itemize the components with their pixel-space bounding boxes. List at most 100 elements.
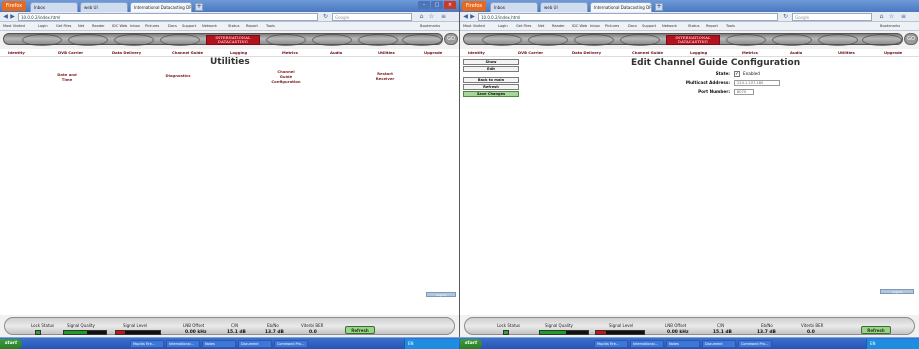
- firefox-menu-button[interactable]: Firefox: [462, 1, 486, 11]
- bookmark-item[interactable]: Login: [38, 23, 48, 30]
- go-button[interactable]: GO: [444, 33, 458, 45]
- firefox-menu-button[interactable]: Firefox: [2, 1, 26, 11]
- url-bar[interactable]: 10.0.0.2/index.html: [478, 13, 778, 21]
- bookmark-item[interactable]: Get Files: [56, 23, 71, 30]
- menu-utilities[interactable]: Utilities: [378, 50, 395, 55]
- bookmark-item[interactable]: Reader: [92, 23, 105, 30]
- start-button[interactable]: start: [460, 339, 482, 349]
- menu-audio[interactable]: Audio: [330, 50, 342, 55]
- refresh-button[interactable]: Refresh: [345, 326, 375, 334]
- bookmark-item[interactable]: Bookmarks: [420, 23, 440, 30]
- menu-data-delivery[interactable]: Data Delivery: [572, 50, 601, 55]
- taskbar-item[interactable]: Document: [238, 340, 272, 348]
- bookmark-item[interactable]: Bookmarks: [880, 23, 900, 30]
- taskbar-item[interactable]: Notes: [666, 340, 700, 348]
- taskbar-item[interactable]: Mozilla Fire...: [130, 340, 164, 348]
- browser-tab[interactable]: web UI: [80, 2, 128, 12]
- go-button[interactable]: GO: [904, 33, 918, 45]
- taskbar-item[interactable]: International...: [166, 340, 200, 348]
- menu-metrics[interactable]: Metrics: [742, 50, 758, 55]
- home-icon[interactable]: ⌂: [878, 13, 885, 20]
- taskbar-item[interactable]: Document: [702, 340, 736, 348]
- taskbar-item[interactable]: International...: [630, 340, 664, 348]
- bookmark-item[interactable]: Pictures: [145, 23, 159, 30]
- menu-dvb-carrier[interactable]: DVB Carrier: [518, 50, 543, 55]
- bookmark-item[interactable]: Reader: [552, 23, 565, 30]
- browser-tab-active[interactable]: International Datacasting DRS: [590, 2, 652, 12]
- back-to-main-button[interactable]: Back to main: [463, 77, 519, 83]
- bookmark-item[interactable]: Get Files: [516, 23, 531, 30]
- menu-data-delivery[interactable]: Data Delivery: [112, 50, 141, 55]
- link-channel-guide-configuration[interactable]: Channel Guide Configuration: [262, 69, 310, 84]
- link-date-and-time[interactable]: Date and Time: [52, 72, 82, 82]
- menu-upgrade[interactable]: Upgrade: [424, 50, 442, 55]
- search-box[interactable]: Google: [332, 13, 412, 21]
- port-number-input[interactable]: 8070: [734, 89, 754, 95]
- bookmark-item[interactable]: Report: [706, 23, 718, 30]
- save-changes-button[interactable]: Save Changes: [463, 91, 519, 97]
- maximize-icon[interactable]: □: [431, 1, 443, 9]
- browser-tab-active[interactable]: International Datacasting DRS: [130, 2, 192, 12]
- home-icon[interactable]: ⌂: [418, 13, 425, 20]
- browser-tab[interactable]: Inbox: [490, 2, 538, 12]
- url-bar[interactable]: 10.0.0.2/index.html: [18, 13, 318, 21]
- refresh-page-button[interactable]: Refresh: [463, 84, 519, 90]
- menu-identity[interactable]: Identity: [468, 50, 485, 55]
- bookmark-item[interactable]: Network: [662, 23, 677, 30]
- menu-channel-guide[interactable]: Channel Guide: [172, 50, 203, 55]
- logout-button[interactable]: Logout: [426, 292, 456, 297]
- browser-tab[interactable]: Inbox: [30, 2, 78, 12]
- menu-logging[interactable]: Logging: [230, 50, 247, 55]
- menu-dvb-carrier[interactable]: DVB Carrier: [58, 50, 83, 55]
- bookmark-item[interactable]: Status: [228, 23, 239, 30]
- link-diagnostics[interactable]: Diagnostics: [158, 73, 198, 78]
- bookmark-item[interactable]: Login: [498, 23, 508, 30]
- back-icon[interactable]: ◀: [462, 13, 469, 20]
- menu-identity[interactable]: Identity: [8, 50, 25, 55]
- multicast-address-input[interactable]: 224.1.107.180: [734, 80, 780, 86]
- browser-tab[interactable]: web UI: [540, 2, 588, 12]
- menu-logging[interactable]: Logging: [690, 50, 707, 55]
- reload-icon[interactable]: ↻: [322, 13, 329, 20]
- bookmark-item[interactable]: IDC Web: [572, 23, 587, 30]
- bookmark-item[interactable]: Net: [78, 23, 84, 30]
- bookmark-star-icon[interactable]: ☆: [428, 13, 435, 20]
- bookmark-item[interactable]: Report: [246, 23, 258, 30]
- link-restart-receiver[interactable]: Restart Receiver: [368, 71, 402, 81]
- menu-metrics[interactable]: Metrics: [282, 50, 298, 55]
- reload-icon[interactable]: ↻: [782, 13, 789, 20]
- forward-icon[interactable]: ▶: [469, 13, 476, 20]
- minimize-icon[interactable]: –: [418, 1, 430, 9]
- bookmark-item[interactable]: Network: [202, 23, 217, 30]
- bookmark-item[interactable]: Support: [182, 23, 196, 30]
- menu-upgrade[interactable]: Upgrade: [884, 50, 902, 55]
- state-checkbox[interactable]: ✓: [734, 71, 740, 77]
- bookmark-item[interactable]: Status: [688, 23, 699, 30]
- bookmark-item[interactable]: Docs: [628, 23, 637, 30]
- taskbar-item[interactable]: Command Pro...: [274, 340, 308, 348]
- bookmark-item[interactable]: IDC Web: [112, 23, 127, 30]
- bookmark-star-icon[interactable]: ☆: [888, 13, 895, 20]
- new-tab-icon[interactable]: +: [195, 3, 203, 11]
- bookmark-item[interactable]: Support: [642, 23, 656, 30]
- bookmark-item[interactable]: Most Visited: [3, 23, 25, 30]
- edit-button[interactable]: Edit: [463, 66, 519, 72]
- bookmark-item[interactable]: Tools: [726, 23, 735, 30]
- bookmark-item[interactable]: Docs: [168, 23, 177, 30]
- close-icon[interactable]: ×: [444, 1, 456, 9]
- taskbar-item[interactable]: Command Pro...: [738, 340, 772, 348]
- taskbar-item[interactable]: Mozilla Fire...: [594, 340, 628, 348]
- bookmark-item[interactable]: Tools: [266, 23, 275, 30]
- logout-button[interactable]: Logout: [880, 289, 914, 294]
- new-tab-icon[interactable]: +: [655, 3, 663, 11]
- bookmark-item[interactable]: Inbox: [130, 23, 140, 30]
- back-icon[interactable]: ◀: [2, 13, 9, 20]
- bookmark-item[interactable]: Net: [538, 23, 544, 30]
- search-box[interactable]: Google: [792, 13, 872, 21]
- menu-icon[interactable]: ≡: [900, 13, 907, 20]
- bookmark-item[interactable]: Inbox: [590, 23, 600, 30]
- menu-audio[interactable]: Audio: [790, 50, 802, 55]
- bookmark-item[interactable]: Most Visited: [463, 23, 485, 30]
- taskbar-item[interactable]: Notes: [202, 340, 236, 348]
- start-button[interactable]: start: [0, 339, 22, 349]
